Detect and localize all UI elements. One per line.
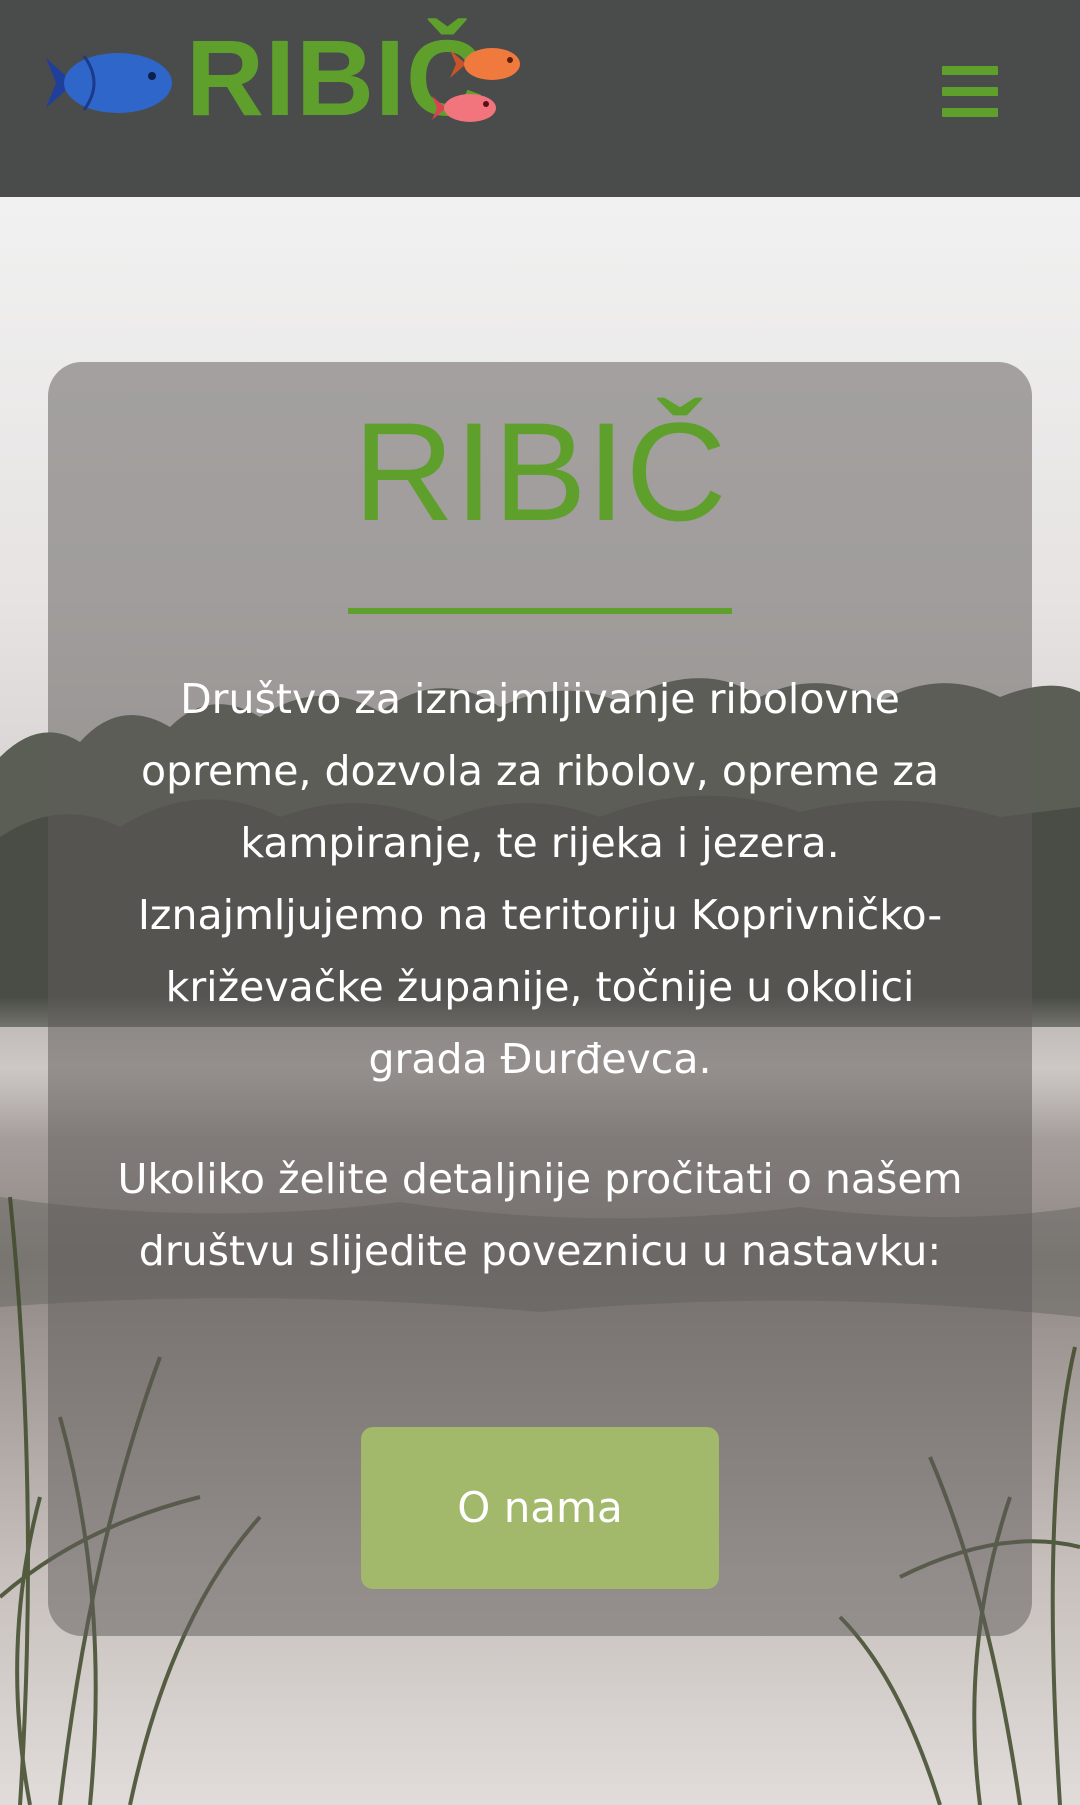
hero-title: RIBIČ: [353, 393, 727, 550]
about-us-button[interactable]: O nama: [361, 1427, 719, 1589]
page: RIBIČ RIBIČ Društvo za iznajmljivanje ri…: [0, 0, 1080, 1805]
intro-paragraph: Društvo za iznajmljivanje ribolovne opre…: [137, 675, 943, 1083]
menu-bar: [942, 66, 998, 75]
about-prompt-paragraph: Ukoliko želite detaljnije pročitati o na…: [117, 1155, 963, 1275]
site-header: RIBIČ: [0, 0, 1080, 197]
hero-section: RIBIČ Društvo za iznajmljivanje ribolovn…: [0, 197, 1080, 1805]
hero-card: RIBIČ Društvo za iznajmljivanje ribolovn…: [48, 362, 1032, 1636]
orange-fish-icon: [450, 48, 520, 80]
blue-fish-icon: [46, 53, 172, 113]
title-divider: [348, 608, 732, 614]
site-logo[interactable]: RIBIČ: [44, 22, 544, 132]
pink-fish-icon: [432, 94, 496, 122]
menu-bar: [942, 108, 998, 117]
hamburger-menu-icon[interactable]: [942, 66, 998, 118]
menu-bar: [942, 87, 998, 96]
